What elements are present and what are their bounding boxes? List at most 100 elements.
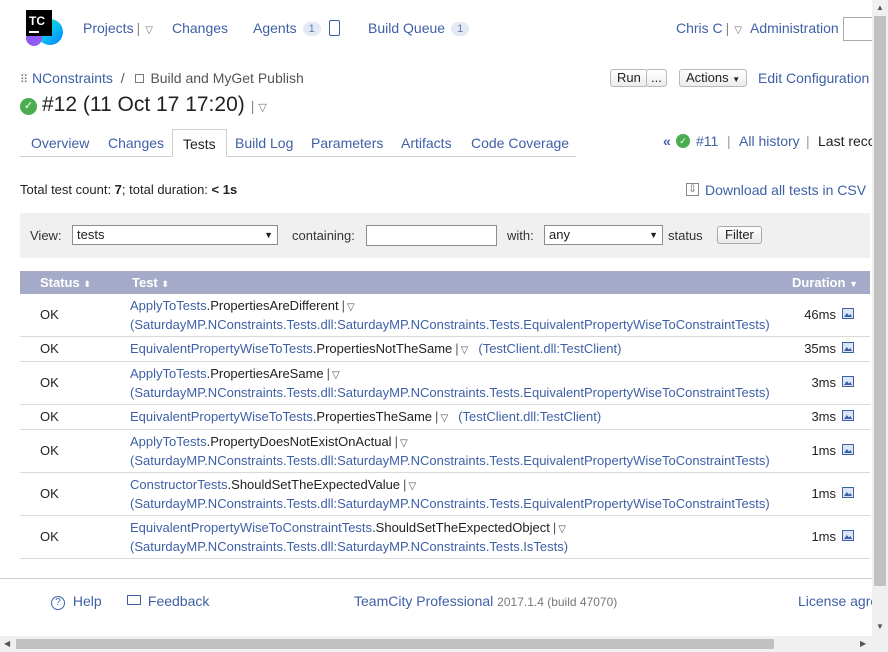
breadcrumb: ⠿ NConstraints / Build and MyGet Publish — [20, 70, 304, 86]
duration-graph-icon[interactable] — [842, 410, 854, 421]
help-link[interactable]: ? Help — [51, 593, 102, 610]
scroll-down-icon[interactable]: ▼ — [876, 622, 884, 631]
test-suite-link[interactable]: SaturdayMP.NConstraints.Tests.dll:Saturd… — [134, 453, 765, 468]
tab-artifacts[interactable]: Artifacts — [401, 129, 452, 157]
product-link[interactable]: TeamCity Professional — [354, 593, 493, 609]
download-csv-link[interactable]: Download all tests in CSV — [705, 182, 866, 198]
user-dropdown-icon[interactable]: ▽ — [734, 25, 742, 36]
breadcrumb-project[interactable]: NConstraints — [32, 70, 113, 86]
tab-overview[interactable]: Overview — [31, 129, 89, 157]
vertical-scrollbar[interactable]: ▲ ▼ — [872, 0, 888, 636]
test-suite-link[interactable]: TestClient.dll:TestClient — [462, 409, 596, 424]
test-suite: (SaturdayMP.NConstraints.Tests.dll:Satur… — [130, 385, 770, 400]
test-column-header[interactable]: Test ⬍ — [132, 275, 169, 290]
teamcity-logo[interactable]: TC — [22, 8, 64, 48]
tab-parameters[interactable]: Parameters — [311, 129, 383, 157]
actions-dropdown-icon: ▼ — [732, 75, 741, 84]
scroll-up-icon[interactable]: ▲ — [876, 3, 884, 12]
filter-bar: View: tests ▼ containing: with: any ▼ stat… — [20, 213, 870, 258]
nav-build-queue[interactable]: Build Queue 1 — [368, 20, 470, 36]
containing-label: containing: — [292, 228, 355, 243]
actions-button[interactable]: Actions ▼ — [679, 69, 748, 87]
tab-tests[interactable]: Tests — [172, 129, 227, 157]
vertical-scrollbar-thumb[interactable] — [874, 16, 886, 586]
test-class-link[interactable]: EquivalentPropertyWiseToConstraintTests — [130, 520, 372, 535]
test-menu-icon[interactable]: ▽ — [461, 345, 469, 356]
view-select-arrow-icon: ▼ — [264, 230, 273, 240]
edit-configuration-link[interactable]: Edit Configuration S — [758, 70, 883, 86]
duration-column-header[interactable]: Duration ▼ — [792, 275, 858, 290]
test-suite-link[interactable]: SaturdayMP.NConstraints.Tests.dll:Saturd… — [134, 496, 765, 511]
status-column-header[interactable]: Status ⬍ — [40, 275, 91, 290]
nav-agents[interactable]: Agents 1 — [253, 20, 340, 36]
test-class-link[interactable]: ApplyToTests — [130, 434, 207, 449]
scroll-left-icon[interactable]: ◀ — [4, 639, 10, 648]
build-dropdown-icon[interactable]: ▽ — [258, 102, 266, 114]
all-history-link[interactable]: All history — [739, 133, 800, 149]
test-class-link[interactable]: ConstructorTests — [130, 477, 228, 492]
nav-changes[interactable]: Changes — [172, 20, 228, 36]
test-menu-icon[interactable]: ▽ — [408, 481, 416, 492]
test-menu-icon[interactable]: ▽ — [558, 524, 566, 535]
nav-administration[interactable]: Administration — [750, 20, 839, 36]
test-status: OK — [40, 307, 59, 322]
duration-graph-icon[interactable] — [842, 487, 854, 498]
run-custom-button[interactable]: ... — [646, 69, 667, 87]
tab-build-log[interactable]: Build Log — [235, 129, 293, 157]
success-status-icon: ✓ — [20, 98, 37, 115]
test-class-link[interactable]: EquivalentPropertyWiseToTests — [130, 409, 313, 424]
license-agreement-link[interactable]: License agre — [798, 593, 878, 609]
test-duration: 1ms — [811, 443, 836, 458]
project-grid-icon: ⠿ — [20, 74, 29, 86]
feedback-link[interactable]: Feedback — [127, 593, 209, 609]
filter-button[interactable]: Filter — [717, 226, 762, 244]
duration-graph-icon[interactable] — [842, 308, 854, 319]
test-suite-link[interactable]: TestClient.dll:TestClient — [483, 341, 617, 356]
duration-graph-icon[interactable] — [842, 444, 854, 455]
test-menu-icon[interactable]: ▽ — [400, 438, 408, 449]
user-menu[interactable]: Chris C | ▽ — [676, 20, 742, 36]
with-label: with: — [507, 228, 534, 243]
previous-build-icon[interactable]: « — [663, 133, 671, 149]
last-recorded-link[interactable]: Last reco — [818, 133, 876, 149]
test-suite-link[interactable]: SaturdayMP.NConstraints.Tests.dll:Saturd… — [134, 317, 765, 332]
product-info: TeamCity Professional 2017.1.4 (build 47… — [354, 593, 617, 609]
test-suite: (SaturdayMP.NConstraints.Tests.dll:Satur… — [130, 539, 569, 554]
horizontal-scrollbar-thumb[interactable] — [16, 639, 774, 649]
table-row: OK ApplyToTests.PropertyDoesNotExistOnAc… — [20, 430, 870, 473]
test-class-link[interactable]: ApplyToTests — [130, 366, 207, 381]
test-class-link[interactable]: ApplyToTests — [130, 298, 207, 313]
tab-code-coverage[interactable]: Code Coverage — [471, 129, 569, 157]
duration-graph-icon[interactable] — [842, 530, 854, 541]
agents-count-badge: 1 — [302, 22, 321, 36]
view-label: View: — [30, 228, 62, 243]
containing-input[interactable] — [366, 225, 497, 246]
projects-dropdown-icon[interactable]: ▽ — [145, 25, 153, 36]
queue-count-badge: 1 — [451, 22, 470, 36]
table-row: OK ApplyToTests.PropertiesAreSame | ▽ (Sat… — [20, 362, 870, 405]
build-title: #12 (11 Oct 17 17:20) | ▽ — [42, 93, 267, 116]
horizontal-scrollbar[interactable]: ◀ ▶ — [0, 636, 888, 652]
test-class-link[interactable]: EquivalentPropertyWiseToTests — [130, 341, 313, 356]
prev-build-link[interactable]: #11 — [696, 133, 718, 149]
status-select[interactable]: any ▼ — [544, 225, 663, 245]
test-suite-link[interactable]: SaturdayMP.NConstraints.Tests.dll:Saturd… — [134, 539, 563, 554]
test-menu-icon[interactable]: ▽ — [440, 413, 448, 424]
page-footer: ? Help Feedback TeamCity Professional 20… — [0, 578, 878, 633]
test-suite-link[interactable]: SaturdayMP.NConstraints.Tests.dll:Saturd… — [134, 385, 765, 400]
duration-graph-icon[interactable] — [842, 342, 854, 353]
download-icon: ⇩ — [686, 183, 699, 196]
nav-projects[interactable]: Projects | ▽ — [83, 20, 153, 36]
view-select[interactable]: tests ▼ — [72, 225, 278, 245]
test-menu-icon[interactable]: ▽ — [332, 370, 340, 381]
tab-changes[interactable]: Changes — [108, 129, 164, 157]
run-button[interactable]: Run — [610, 69, 648, 87]
prev-build-success-icon: ✓ — [676, 134, 690, 148]
test-name: EquivalentPropertyWiseToConstraintTests.… — [130, 520, 566, 535]
breadcrumb-build-config[interactable]: Build and MyGet Publish — [150, 70, 303, 86]
test-menu-icon[interactable]: ▽ — [347, 302, 355, 313]
agents-panel-icon[interactable] — [328, 20, 340, 36]
scroll-right-icon[interactable]: ▶ — [860, 639, 866, 648]
status-label: status — [668, 228, 703, 243]
duration-graph-icon[interactable] — [842, 376, 854, 387]
